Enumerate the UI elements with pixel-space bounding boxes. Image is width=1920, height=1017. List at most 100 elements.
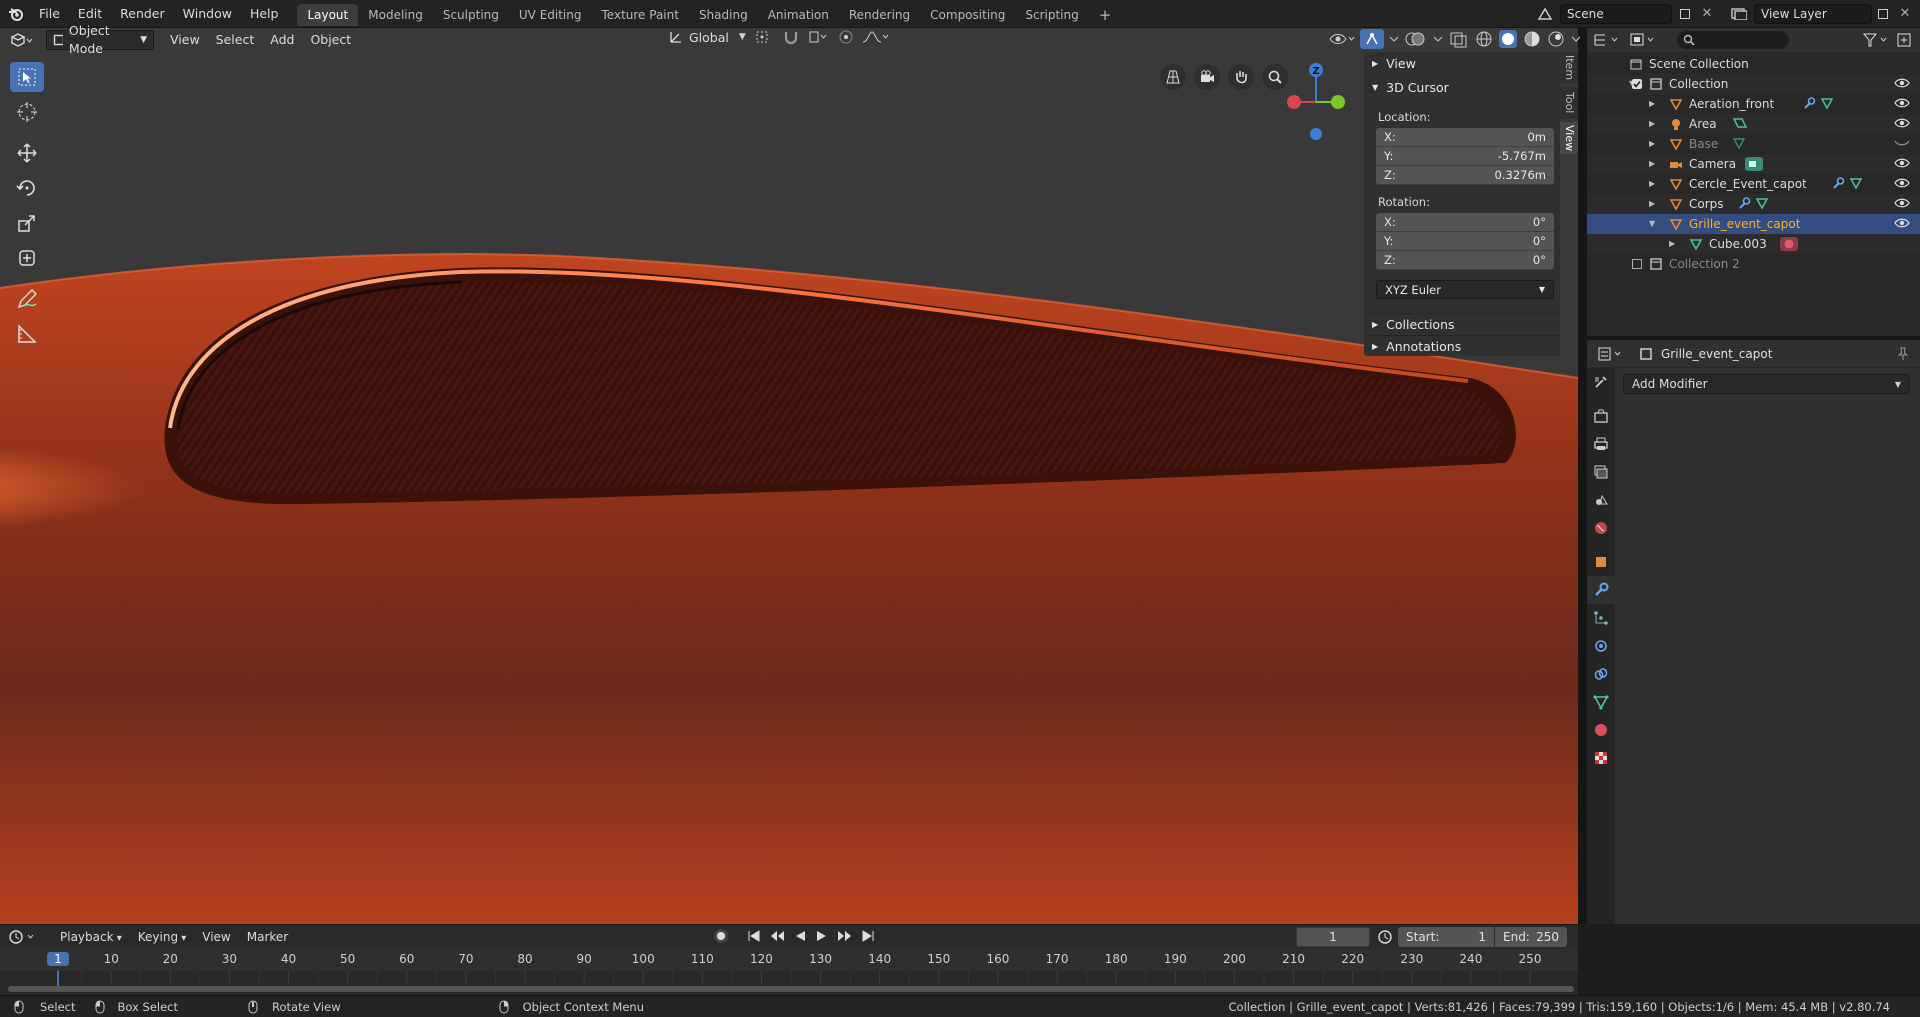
camera-view-button[interactable] — [1194, 64, 1220, 90]
editor-type-icon[interactable] — [1597, 346, 1625, 362]
annotations-panel-header[interactable]: ▶ Annotations — [1364, 335, 1560, 357]
outliner-row-corps[interactable]: ▶ Corps — [1587, 194, 1920, 214]
neg-z-axis-icon[interactable] — [1310, 128, 1322, 140]
tab-world[interactable] — [1587, 514, 1615, 542]
tab-animation[interactable]: Animation — [758, 4, 839, 26]
chevron-down-icon[interactable] — [1388, 30, 1400, 48]
tab-object-data[interactable] — [1587, 688, 1615, 716]
new-view-layer-icon[interactable] — [1872, 4, 1894, 24]
add-workspace-button[interactable]: + — [1089, 4, 1122, 26]
editor-type-icon[interactable] — [8, 929, 42, 945]
timeline-menu-playback[interactable]: Playback ▾ — [52, 926, 130, 948]
collapsed-arrow-icon[interactable]: ▶ — [1649, 119, 1655, 128]
outliner-row-cube-003[interactable]: ▶ Cube.003 — [1587, 234, 1920, 254]
annotate-tool[interactable] — [10, 284, 44, 314]
x-axis-icon[interactable] — [1287, 95, 1301, 109]
snap-magnet-icon[interactable] — [782, 29, 800, 45]
eye-icon[interactable] — [1894, 97, 1910, 109]
cursor-rotation-x-field[interactable]: X: 0° — [1376, 213, 1554, 232]
new-scene-icon[interactable] — [1674, 4, 1696, 24]
pivot-icon[interactable] — [754, 29, 774, 45]
timeline-menu-marker[interactable]: Marker — [239, 926, 296, 948]
chevron-down-icon[interactable] — [1432, 30, 1444, 48]
tab-texture-paint[interactable]: Texture Paint — [592, 4, 689, 26]
tab-sculpting[interactable]: Sculpting — [433, 4, 509, 26]
navigation-gizmo[interactable]: Z — [1280, 60, 1350, 144]
tab-material[interactable] — [1587, 716, 1615, 744]
modifier-and-mesh-icons[interactable] — [1831, 176, 1871, 190]
tab-physics[interactable] — [1587, 632, 1615, 660]
viewport-menu-select[interactable]: Select — [208, 29, 263, 51]
tab-modeling[interactable]: Modeling — [358, 4, 433, 26]
eye-icon[interactable] — [1894, 217, 1910, 229]
menu-file[interactable]: File — [30, 0, 69, 28]
editor-type-icon[interactable] — [4, 30, 38, 50]
cursor-rotation-z-field[interactable]: Z: 0° — [1376, 251, 1554, 270]
light-data-icon[interactable] — [1730, 116, 1750, 130]
wireframe-shading-icon[interactable] — [1474, 30, 1494, 48]
collapsed-arrow-icon[interactable]: ▶ — [1649, 139, 1655, 148]
outliner-row-cercle-event-capot[interactable]: ▶ Cercle_Event_capot — [1587, 174, 1920, 194]
tab-tool-settings[interactable] — [1587, 368, 1615, 396]
add-modifier-dropdown[interactable]: Add Modifier ▼ — [1623, 374, 1910, 394]
modifier-and-mesh-icons[interactable] — [1802, 96, 1842, 110]
snap-target-icon[interactable] — [808, 29, 830, 45]
rotation-mode-dropdown[interactable]: XYZ Euler ▼ — [1376, 280, 1554, 299]
preview-range-clock-icon[interactable] — [1376, 928, 1394, 946]
scale-tool[interactable] — [10, 208, 44, 238]
jump-start-icon[interactable] — [746, 928, 762, 944]
timeline-menu-view[interactable]: View — [194, 926, 238, 948]
filter-icon[interactable] — [1862, 32, 1890, 48]
cursor-rotation-y-field[interactable]: Y: 0° — [1376, 232, 1554, 251]
tab-output[interactable] — [1587, 430, 1615, 458]
tab-tool[interactable]: Tool — [1560, 87, 1578, 119]
tab-item[interactable]: Item — [1560, 52, 1578, 84]
outliner-row-collection[interactable]: ▼Collection — [1587, 74, 1920, 94]
outliner-row-grille-event-capot[interactable]: ▼ Grille_event_capot — [1587, 214, 1920, 234]
collapsed-arrow-icon[interactable]: ▶ — [1649, 99, 1655, 108]
camera-data-icon[interactable] — [1744, 156, 1766, 172]
outliner-row-scene-collection[interactable]: Scene Collection — [1587, 54, 1920, 74]
tab-compositing[interactable]: Compositing — [920, 4, 1015, 26]
prev-keyframe-icon[interactable] — [768, 928, 786, 944]
material-shading-icon[interactable] — [1522, 30, 1542, 48]
eye-icon[interactable] — [1894, 77, 1910, 89]
tab-texture[interactable] — [1587, 744, 1615, 772]
tab-view-layer[interactable] — [1587, 458, 1615, 486]
overlays-icon[interactable] — [1404, 30, 1428, 48]
tab-scripting[interactable]: Scripting — [1015, 4, 1088, 26]
modifier-and-mesh-icons[interactable] — [1737, 196, 1777, 210]
viewport-menu-add[interactable]: Add — [262, 29, 302, 51]
cursor-tool[interactable] — [10, 97, 44, 127]
checkbox-checked-icon[interactable] — [1631, 78, 1643, 90]
eye-icon[interactable] — [1894, 197, 1910, 209]
tab-view[interactable]: View — [1560, 122, 1578, 154]
delete-view-layer-icon[interactable]: ✕ — [1894, 4, 1916, 24]
end-frame-field[interactable]: End: 250 — [1495, 927, 1567, 947]
y-axis-icon[interactable] — [1331, 95, 1345, 109]
tab-particles[interactable] — [1587, 604, 1615, 632]
tab-shading[interactable]: Shading — [689, 4, 758, 26]
select-box-tool[interactable] — [10, 62, 44, 92]
eye-icon[interactable] — [1894, 177, 1910, 189]
transform-orientation[interactable]: Global ▼ — [668, 29, 746, 45]
delete-scene-icon[interactable]: ✕ — [1696, 4, 1718, 24]
eye-icon[interactable] — [1894, 117, 1910, 129]
cursor-location-x-field[interactable]: X: 0m — [1376, 128, 1554, 147]
tab-layout[interactable]: Layout — [297, 4, 359, 26]
play-icon[interactable] — [814, 928, 830, 944]
area-divider[interactable] — [1578, 924, 1587, 995]
chevron-down-icon[interactable] — [1570, 30, 1582, 48]
tab-constraints[interactable] — [1587, 660, 1615, 688]
tab-scene[interactable] — [1587, 486, 1615, 514]
outliner-row-collection-2[interactable]: Collection 2 — [1587, 254, 1920, 274]
area-divider[interactable] — [1578, 28, 1587, 924]
menu-help[interactable]: Help — [241, 0, 288, 28]
proportional-edit-icon[interactable] — [838, 29, 854, 45]
viewport-menu-object[interactable]: Object — [302, 29, 359, 51]
measure-tool[interactable] — [10, 319, 44, 349]
outliner-row-base[interactable]: ▶ Base — [1587, 134, 1920, 154]
eye-icon[interactable] — [1894, 157, 1910, 169]
start-frame-field[interactable]: Start: 1 — [1398, 927, 1494, 947]
current-frame-field[interactable]: 1 — [1296, 927, 1370, 947]
